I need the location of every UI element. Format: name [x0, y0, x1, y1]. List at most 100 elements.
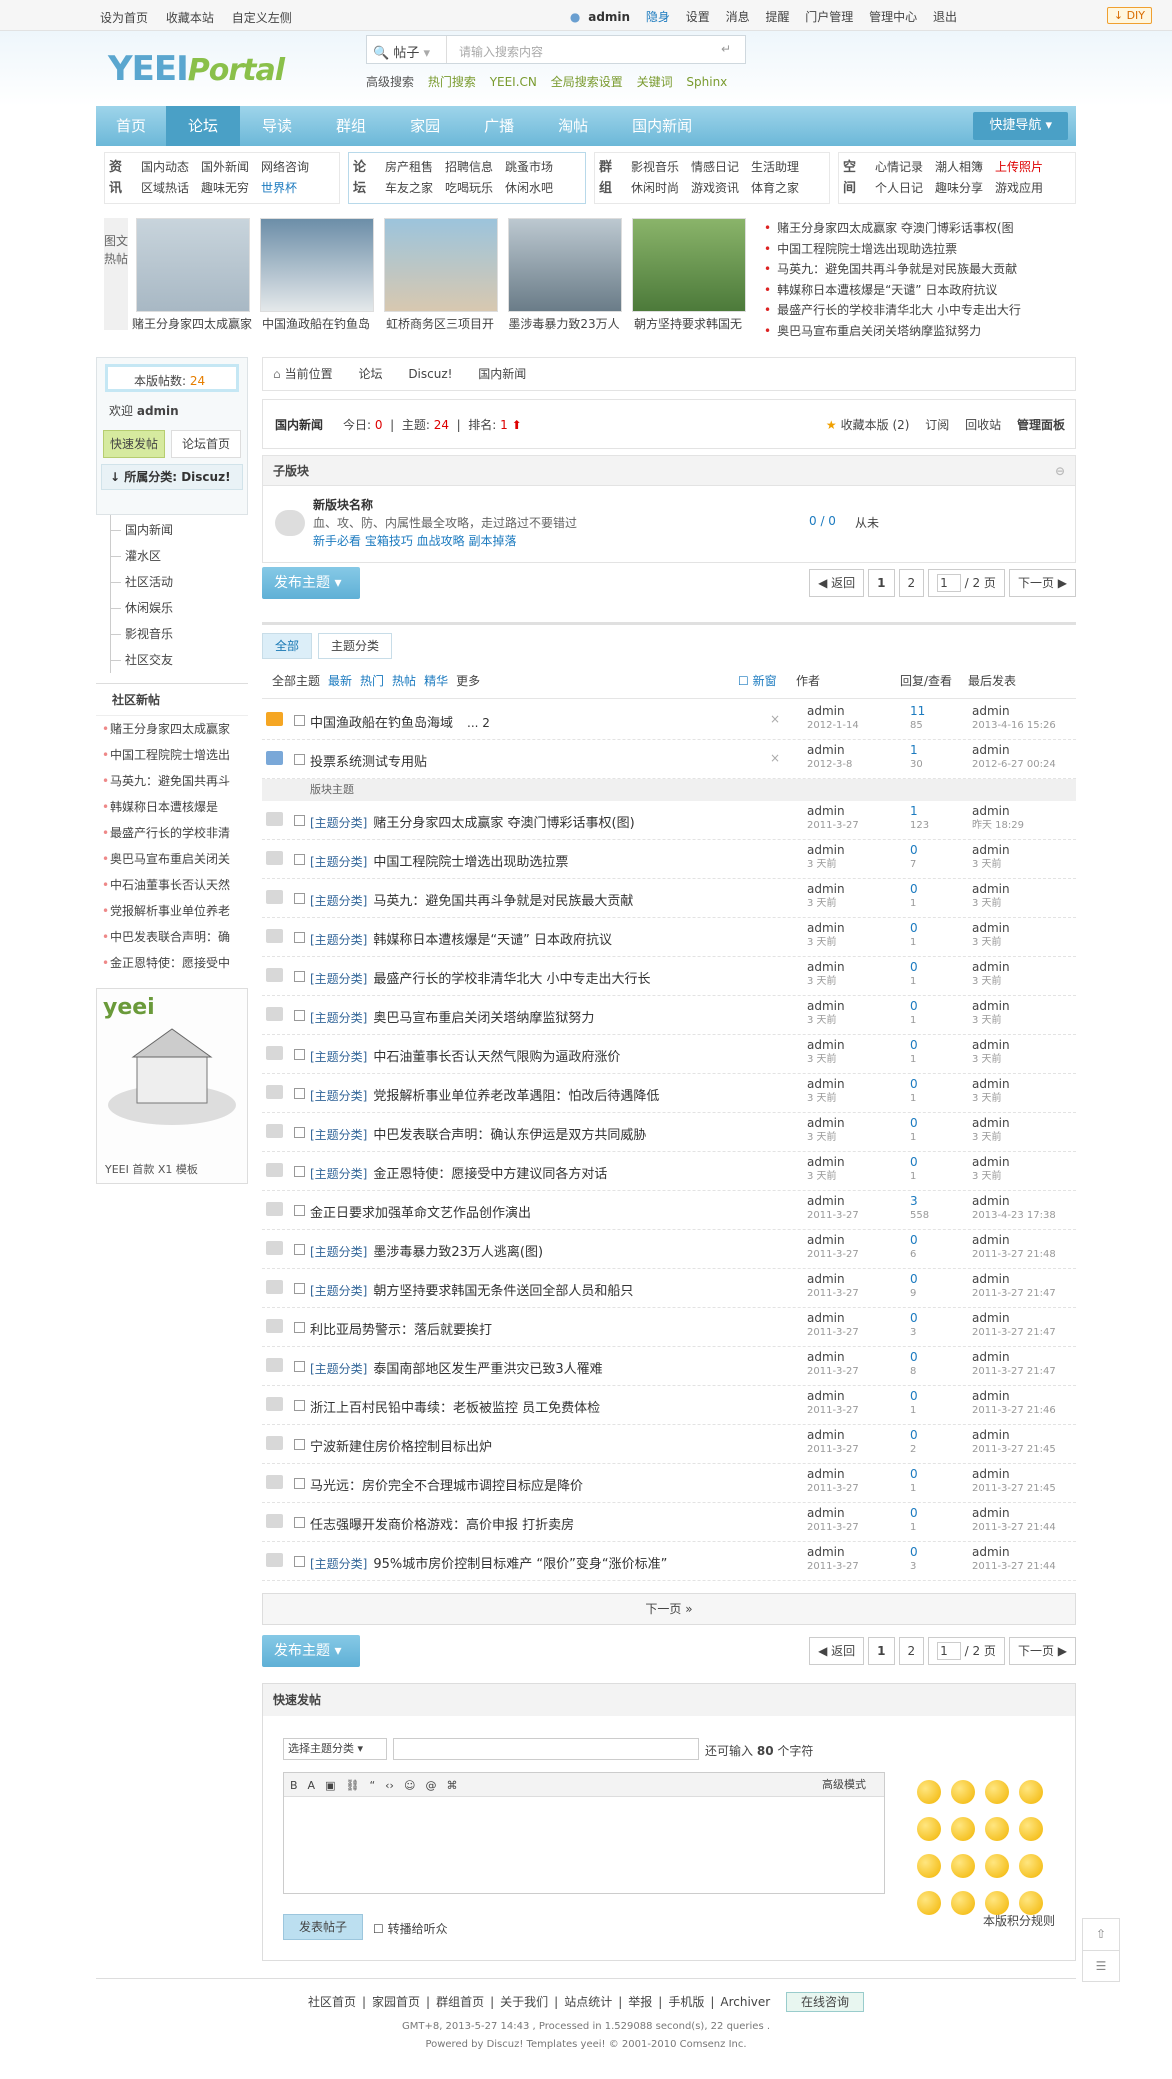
- thread-title[interactable]: [主题分类] 奥巴马宣布重启关闭关塔纳摩监狱努力: [310, 1007, 594, 1026]
- diy-button[interactable]: ↓ DIY: [1106, 7, 1152, 24]
- table-row[interactable]: 任志强曝开发商价格游戏：高价申报 打折卖房 admin 2011-3-27 0 1 adm…: [262, 1503, 1076, 1542]
- smiley-icon[interactable]: [1019, 1854, 1043, 1878]
- forum-tree-item[interactable]: 社区活动: [111, 569, 248, 595]
- hot-pic[interactable]: [384, 218, 498, 312]
- last-user[interactable]: admin: [972, 1390, 1056, 1403]
- table-row[interactable]: [主题分类] 赌王分身家四太成赢家 夺澳门博彩话事权(图) admin 2011-3-…: [262, 801, 1076, 840]
- table-row[interactable]: [主题分类] 最盛产行长的学校非清华北大 小中专走出大行长 admin 3 天前 0 1 a…: [262, 957, 1076, 996]
- portal-link[interactable]: 潮人相簿: [935, 157, 983, 178]
- advanced-mode-link[interactable]: 高级模式: [822, 1773, 866, 1797]
- last-user[interactable]: admin: [972, 1234, 1056, 1247]
- thread-title-text[interactable]: 最盛产行长的学校非清华北大 小中专走出大行长: [373, 972, 650, 987]
- hot-pic[interactable]: [508, 218, 622, 312]
- nav-home[interactable]: 首页: [96, 106, 166, 146]
- thread-pages[interactable]: ... 2: [467, 716, 490, 730]
- thread-title[interactable]: [主题分类] 中石油董事长否认天然气限购为逼政府涨价: [310, 1046, 620, 1065]
- author-name[interactable]: admin: [807, 1156, 845, 1169]
- search-submit-icon[interactable]: ↵: [721, 42, 731, 56]
- collapse-icon[interactable]: ⊖: [1055, 456, 1065, 486]
- hot-pic-caption[interactable]: 朝方坚持要求韩国无: [628, 315, 748, 332]
- thread-title-text[interactable]: 墨涉毒暴力致23万人逃离(图): [373, 1245, 543, 1260]
- portal-link[interactable]: 心情记录: [875, 157, 923, 178]
- invisible-link[interactable]: 隐身: [646, 10, 670, 24]
- subforum-links[interactable]: 新手必看 宝箱技巧 血战攻略 副本掉落: [313, 532, 516, 549]
- post-topic-button[interactable]: 发布主题 ▾: [262, 1635, 360, 1667]
- author-name[interactable]: admin: [807, 1078, 845, 1091]
- thread-type[interactable]: [主题分类]: [310, 1362, 367, 1376]
- list-icon[interactable]: ☰: [1083, 1951, 1119, 1981]
- nav-forum[interactable]: 论坛: [166, 106, 241, 146]
- image-icon[interactable]: ▣: [325, 1779, 335, 1792]
- thread-title-text[interactable]: 浙江上百村民铅中毒续：老板被监控 员工免费体检: [310, 1401, 600, 1416]
- tab-category[interactable]: 主题分类: [318, 633, 393, 659]
- submit-post-button[interactable]: 发表帖子: [283, 1914, 363, 1940]
- nav-guide[interactable]: 导读: [240, 106, 314, 146]
- thread-title[interactable]: [主题分类] 中国工程院院士增选出现助选拉票: [310, 851, 568, 870]
- back-button[interactable]: ◀ 返回: [809, 1637, 865, 1665]
- author-name[interactable]: admin: [807, 1234, 859, 1247]
- at-icon[interactable]: @: [425, 1779, 436, 1792]
- thread-checkbox[interactable]: [294, 1244, 305, 1255]
- online-consult-button[interactable]: 在线咨询: [786, 1992, 865, 2012]
- post-topic-button[interactable]: 发布主题 ▾: [262, 567, 360, 599]
- thread-checkbox[interactable]: [294, 1439, 305, 1450]
- portal-link[interactable]: 情感日记: [691, 157, 739, 178]
- search-input[interactable]: 请输入搜索内容: [459, 43, 543, 60]
- table-row[interactable]: [主题分类] 中巴发表联合声明：确认东伊运是双方共同威胁 admin 3 天前 0 1 ad…: [262, 1113, 1076, 1152]
- hot-search-link[interactable]: Sphinx: [686, 75, 727, 89]
- breadcrumb-item[interactable]: 国内新闻: [478, 367, 526, 381]
- tab-all[interactable]: 全部: [262, 633, 313, 659]
- author-name[interactable]: admin: [807, 744, 852, 757]
- author-name[interactable]: admin: [807, 705, 859, 718]
- new-post-item[interactable]: 最盛产行长的学校非清: [96, 820, 248, 846]
- filter-more[interactable]: 更多: [456, 674, 480, 688]
- new-post-item[interactable]: 韩媒称日本遭核爆是: [96, 794, 248, 820]
- portal-link[interactable]: 车友之家: [385, 178, 433, 199]
- thread-type[interactable]: [主题分类]: [310, 1128, 367, 1142]
- forum-tree-item[interactable]: 休闲娱乐: [111, 595, 248, 621]
- subscribe-link[interactable]: 订阅: [925, 418, 949, 432]
- thread-title[interactable]: [主题分类] 朝方坚持要求韩国无条件送回全部人员和船只: [310, 1280, 633, 1299]
- sticky-row[interactable]: 中国渔政船在钓鱼岛海域... 2 × admin 2012-1-14 11 85 admin…: [262, 701, 1076, 740]
- thread-type[interactable]: [主题分类]: [310, 1245, 367, 1259]
- table-row[interactable]: [主题分类] 95%城市房价控制目标难产 “限价”变身“涨价标准” admin 201…: [262, 1542, 1076, 1581]
- thread-type[interactable]: [主题分类]: [310, 894, 367, 908]
- author-name[interactable]: admin: [807, 844, 845, 857]
- quick-nav-button[interactable]: 快捷导航 ▾: [973, 112, 1068, 140]
- thread-type[interactable]: [主题分类]: [310, 972, 367, 986]
- code-icon[interactable]: ‹›: [385, 1779, 394, 1792]
- thread-title-text[interactable]: 党报解析事业单位养老改革遇阻：怕改后待遇降低: [373, 1089, 659, 1104]
- thread-title-text[interactable]: 金正日要求加强革命文艺作品创作演出: [310, 1206, 531, 1221]
- thread-checkbox[interactable]: [294, 1127, 305, 1138]
- author-name[interactable]: admin: [807, 1195, 859, 1208]
- next-button[interactable]: 下一页 ▶: [1008, 569, 1076, 597]
- thread-type[interactable]: [主题分类]: [310, 816, 367, 830]
- breadcrumb-item[interactable]: 当前位置: [285, 367, 333, 381]
- thread-title[interactable]: 宁波新建住房价格控制目标出炉: [310, 1436, 492, 1455]
- thread-type[interactable]: [主题分类]: [310, 1089, 367, 1103]
- filter-all[interactable]: 全部主题: [272, 674, 320, 688]
- thread-title[interactable]: [主题分类] 金正恩特使：愿接受中方建议同各方对话: [310, 1163, 607, 1182]
- smiley-icon[interactable]: [951, 1817, 975, 1841]
- next-page-bar[interactable]: 下一页 »: [262, 1593, 1076, 1625]
- last-user[interactable]: admin: [972, 1000, 1010, 1013]
- thread-title[interactable]: 中国渔政船在钓鱼岛海域 ... 2: [310, 712, 490, 731]
- smiley-icon[interactable]: [1019, 1817, 1043, 1841]
- thread-title[interactable]: [主题分类] 泰国南部地区发生严重洪灾已致3人罹难: [310, 1358, 603, 1377]
- thread-title-text[interactable]: 中石油董事长否认天然气限购为逼政府涨价: [373, 1050, 620, 1065]
- author-name[interactable]: admin: [807, 1312, 859, 1325]
- category-select[interactable]: 选择主题分类 ▾: [283, 1738, 387, 1760]
- last-user[interactable]: admin: [972, 883, 1010, 896]
- close-icon[interactable]: ×: [770, 712, 780, 726]
- thread-title[interactable]: [主题分类] 最盛产行长的学校非清华北大 小中专走出大行长: [310, 968, 651, 987]
- table-row[interactable]: [主题分类] 党报解析事业单位养老改革遇阻：怕改后待遇降低 admin 3 天前 0 1 a…: [262, 1074, 1076, 1113]
- new-post-item[interactable]: 中巴发表联合声明：确: [96, 924, 248, 950]
- filter-digest[interactable]: 精华: [424, 674, 448, 688]
- thread-type[interactable]: [主题分类]: [310, 1284, 367, 1298]
- hot-pic[interactable]: [136, 218, 250, 312]
- thread-title-text[interactable]: 宁波新建住房价格控制目标出炉: [310, 1440, 492, 1455]
- smiley-icon[interactable]: [951, 1780, 975, 1804]
- thread-title[interactable]: 浙江上百村民铅中毒续：老板被监控 员工免费体检: [310, 1397, 600, 1416]
- last-user[interactable]: admin: [972, 705, 1056, 718]
- portal-link[interactable]: 网络咨询: [261, 157, 309, 178]
